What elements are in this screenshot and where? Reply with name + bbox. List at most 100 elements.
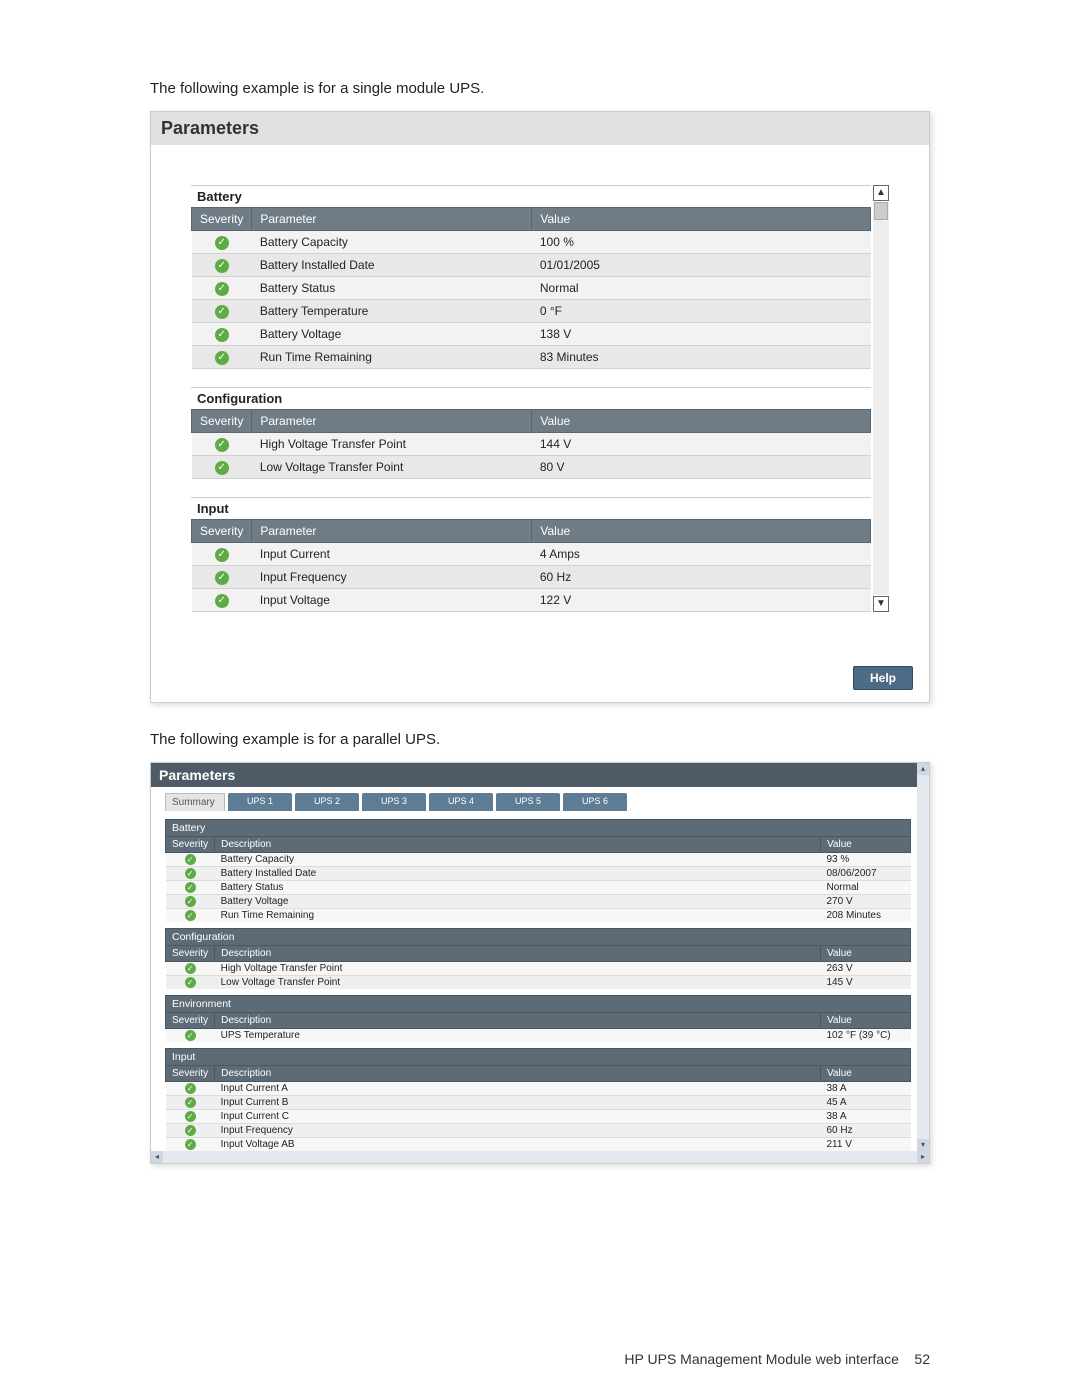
parameters-table: SeverityDescriptionValue✓Battery Capacit… <box>165 836 911 922</box>
parameter-cell: Battery Installed Date <box>252 254 532 277</box>
parameter-cell: Battery Temperature <box>252 300 532 323</box>
panel2-horizontal-scrollbar[interactable]: ◂ ▸ <box>151 1151 929 1163</box>
parameter-cell: Input Voltage <box>252 589 532 612</box>
value-cell: 138 V <box>532 323 871 346</box>
ok-icon: ✓ <box>185 1111 196 1122</box>
tab-ups-5[interactable]: UPS 5 <box>496 793 560 811</box>
table-row: ✓Battery Capacity100 % <box>192 231 871 254</box>
col-value: Value <box>532 208 871 231</box>
ok-icon: ✓ <box>215 259 229 273</box>
section-caption: Configuration <box>191 387 871 409</box>
value-cell: 4 Amps <box>532 543 871 566</box>
ok-icon: ✓ <box>215 305 229 319</box>
ok-icon: ✓ <box>185 882 196 893</box>
value-cell: 211 V <box>821 1138 911 1152</box>
table-row: ✓Battery Capacity93 % <box>166 853 911 867</box>
severity-cell: ✓ <box>166 976 215 990</box>
section-caption: Configuration <box>165 928 911 945</box>
severity-cell: ✓ <box>166 853 215 867</box>
scroll-down-icon[interactable]: ▾ <box>917 1139 929 1151</box>
value-cell: 80 V <box>532 456 871 479</box>
severity-cell: ✓ <box>192 300 252 323</box>
table-row: ✓UPS Temperature102 °F (39 °C) <box>166 1029 911 1043</box>
ok-icon: ✓ <box>215 461 229 475</box>
description-cell: Input Frequency <box>215 1124 821 1138</box>
section-input: InputSeverityParameterValue✓Input Curren… <box>191 497 871 612</box>
table-row: ✓Input Frequency60 Hz <box>166 1124 911 1138</box>
tab-summary[interactable]: Summary <box>165 793 225 811</box>
col-severity: Severity <box>192 410 252 433</box>
ok-icon: ✓ <box>185 854 196 865</box>
tab-ups-2[interactable]: UPS 2 <box>295 793 359 811</box>
value-cell: 38 A <box>821 1082 911 1096</box>
col-severity: Severity <box>192 208 252 231</box>
panel2-vertical-scrollbar[interactable]: ▴ ▾ <box>917 763 929 1151</box>
parameters-table: SeverityParameterValue✓Input Current4 Am… <box>191 519 871 612</box>
table-row: ✓Run Time Remaining83 Minutes <box>192 346 871 369</box>
severity-cell: ✓ <box>166 881 215 895</box>
table-row: ✓Battery Voltage138 V <box>192 323 871 346</box>
section-caption: Input <box>165 1048 911 1065</box>
ok-icon: ✓ <box>185 868 196 879</box>
parameter-cell: High Voltage Transfer Point <box>252 433 532 456</box>
scrollbar-track[interactable] <box>873 202 889 595</box>
description-cell: Input Current A <box>215 1082 821 1096</box>
description-cell: Battery Voltage <box>215 895 821 909</box>
parameter-cell: Input Current <box>252 543 532 566</box>
severity-cell: ✓ <box>192 566 252 589</box>
scrollbar-thumb[interactable] <box>874 202 888 220</box>
intro-2: The following example is for a parallel … <box>150 731 930 748</box>
ok-icon: ✓ <box>185 896 196 907</box>
tab-ups-6[interactable]: UPS 6 <box>563 793 627 811</box>
ok-icon: ✓ <box>185 910 196 921</box>
tab-ups-1[interactable]: UPS 1 <box>228 793 292 811</box>
parameters-panel-parallel: Parameters Summary UPS 1UPS 2UPS 3UPS 4U… <box>150 762 930 1164</box>
tabs-row: Summary UPS 1UPS 2UPS 3UPS 4UPS 5UPS 6 <box>165 793 911 811</box>
value-cell: 83 Minutes <box>532 346 871 369</box>
panel1-title: Parameters <box>151 112 929 145</box>
section-caption: Input <box>191 497 871 519</box>
table-row: ✓Low Voltage Transfer Point80 V <box>192 456 871 479</box>
scroll-up-button[interactable]: ▲ <box>873 185 889 201</box>
ok-icon: ✓ <box>185 977 196 988</box>
help-button[interactable]: Help <box>853 666 913 690</box>
table-row: ✓ Input Current4 Amps <box>192 543 871 566</box>
col-parameter: Parameter <box>252 410 532 433</box>
severity-cell: ✓ <box>166 1138 215 1152</box>
description-cell: Battery Installed Date <box>215 867 821 881</box>
col-description: Description <box>215 1066 821 1082</box>
severity-cell: ✓ <box>192 346 252 369</box>
severity-cell: ✓ <box>192 543 252 566</box>
value-cell: 01/01/2005 <box>532 254 871 277</box>
severity-cell: ✓ <box>192 254 252 277</box>
value-cell: 144 V <box>532 433 871 456</box>
col-value: Value <box>532 520 871 543</box>
ok-icon: ✓ <box>215 548 229 562</box>
description-cell: UPS Temperature <box>215 1029 821 1043</box>
description-cell: Run Time Remaining <box>215 909 821 923</box>
ok-icon: ✓ <box>185 1097 196 1108</box>
col-severity: Severity <box>166 946 215 962</box>
table-row: ✓Input Voltage AB211 V <box>166 1138 911 1152</box>
ok-icon: ✓ <box>215 236 229 250</box>
severity-cell: ✓ <box>192 456 252 479</box>
section-battery: BatterySeverityParameterValue✓Battery Ca… <box>191 185 871 369</box>
table-row: ✓Battery StatusNormal <box>192 277 871 300</box>
section-environment: EnvironmentSeverityDescriptionValue✓UPS … <box>165 995 911 1042</box>
footer-text: HP UPS Management Module web interface <box>624 1351 898 1367</box>
col-value: Value <box>821 1066 911 1082</box>
description-cell: Input Voltage AB <box>215 1138 821 1152</box>
table-row: ✓Input Frequency60 Hz <box>192 566 871 589</box>
scroll-up-icon[interactable]: ▴ <box>917 763 929 775</box>
tab-ups-4[interactable]: UPS 4 <box>429 793 493 811</box>
scroll-down-button[interactable]: ▼ <box>873 596 889 612</box>
table-row: ✓Run Time Remaining208 Minutes <box>166 909 911 923</box>
severity-cell: ✓ <box>166 1124 215 1138</box>
parameters-table: SeverityDescriptionValue✓Input Current A… <box>165 1065 911 1151</box>
section-caption: Environment <box>165 995 911 1012</box>
scroll-right-icon[interactable]: ▸ <box>917 1151 929 1163</box>
parameters-table: SeverityDescriptionValue✓UPS Temperature… <box>165 1012 911 1042</box>
ok-icon: ✓ <box>185 963 196 974</box>
scroll-left-icon[interactable]: ◂ <box>151 1151 163 1163</box>
tab-ups-3[interactable]: UPS 3 <box>362 793 426 811</box>
